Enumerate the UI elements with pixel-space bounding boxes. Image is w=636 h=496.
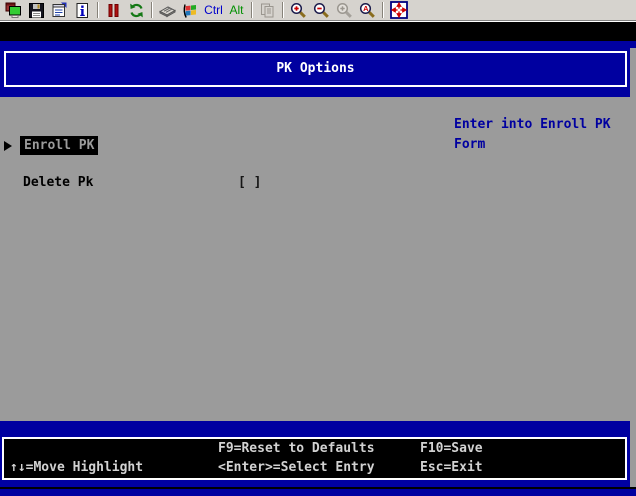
- zoom-reset-icon[interactable]: [333, 1, 356, 20]
- help-text-line1: Enter into Enroll PK: [454, 117, 611, 132]
- copy-icon[interactable]: [256, 1, 279, 20]
- menu-item-delete-pk[interactable]: Delete Pk: [23, 175, 93, 190]
- delete-pk-checkbox[interactable]: [ ]: [238, 175, 261, 190]
- toolbar-separator: [251, 2, 253, 18]
- toolbar-separator: [282, 2, 284, 18]
- toolbar-separator: [151, 2, 153, 18]
- hotkey-exit: Esc=Exit: [420, 460, 483, 475]
- alt-key-button[interactable]: Alt: [225, 1, 248, 20]
- hotkey-reset-defaults: F9=Reset to Defaults: [218, 441, 375, 456]
- footer-divider-line: [0, 487, 636, 489]
- fullscreen-icon[interactable]: [387, 1, 410, 20]
- hotkey-select-entry: <Enter>=Select Entry: [218, 460, 375, 475]
- refresh-icon[interactable]: [125, 1, 148, 20]
- zoom-out-icon[interactable]: [310, 1, 333, 20]
- toolbar-separator: [97, 2, 99, 18]
- hotkey-move-highlight: ↑↓=Move Highlight: [10, 460, 143, 475]
- bios-screen: PK Options Enroll PK Delete Pk [ ] Enter…: [0, 22, 636, 496]
- capture-screen-icon[interactable]: [2, 1, 25, 20]
- viewer-toolbar: Ctrl Alt: [0, 0, 636, 20]
- ctrl-key-button[interactable]: Ctrl: [202, 1, 225, 20]
- soft-keyboard-icon[interactable]: [156, 1, 179, 20]
- screen-right-margin: [630, 48, 636, 97]
- preferences-icon[interactable]: [48, 1, 71, 20]
- svg-text:A: A: [363, 4, 369, 13]
- pause-redraw-icon[interactable]: [102, 1, 125, 20]
- hotkey-legend-box: F9=Reset to Defaults F10=Save ↑↓=Move Hi…: [2, 437, 627, 480]
- toolbar-separator: [382, 2, 384, 18]
- hotkey-save: F10=Save: [420, 441, 483, 456]
- save-icon[interactable]: [25, 1, 48, 20]
- screen-top-strip: [0, 22, 636, 41]
- session-info-icon[interactable]: [71, 1, 94, 20]
- page-title: PK Options: [6, 53, 625, 84]
- zoom-in-icon[interactable]: [287, 1, 310, 20]
- submenu-arrow-icon: [4, 141, 12, 151]
- menu-item-enroll-pk[interactable]: Enroll PK: [20, 136, 98, 155]
- screen-right-margin-bottom: [630, 421, 636, 487]
- title-box: PK Options: [4, 51, 627, 87]
- keyboard-macros-icon[interactable]: [179, 1, 202, 20]
- zoom-auto-icon[interactable]: A: [356, 1, 379, 20]
- help-text-line2: Form: [454, 137, 485, 152]
